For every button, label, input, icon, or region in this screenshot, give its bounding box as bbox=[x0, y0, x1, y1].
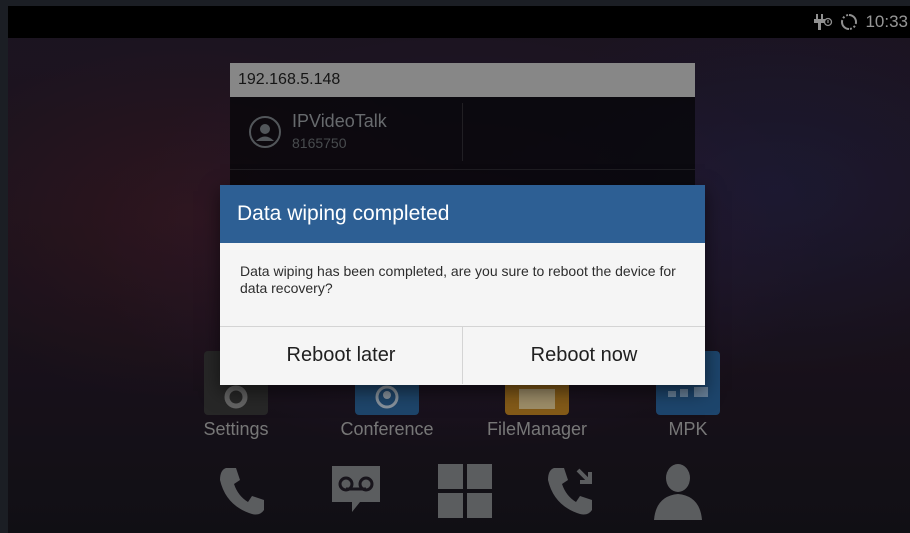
reboot-later-button[interactable]: Reboot later bbox=[220, 327, 462, 384]
reboot-now-button[interactable]: Reboot now bbox=[462, 327, 705, 384]
dialog-button-bar: Reboot later Reboot now bbox=[220, 327, 705, 384]
reboot-dialog: Data wiping completed Data wiping has be… bbox=[220, 185, 705, 385]
dialog-title: Data wiping completed bbox=[220, 185, 705, 243]
home-screen: 10:33 192.168.5.148 IPVideoTalk 8165750 bbox=[8, 6, 910, 533]
dialog-message: Data wiping has been completed, are you … bbox=[220, 243, 705, 327]
